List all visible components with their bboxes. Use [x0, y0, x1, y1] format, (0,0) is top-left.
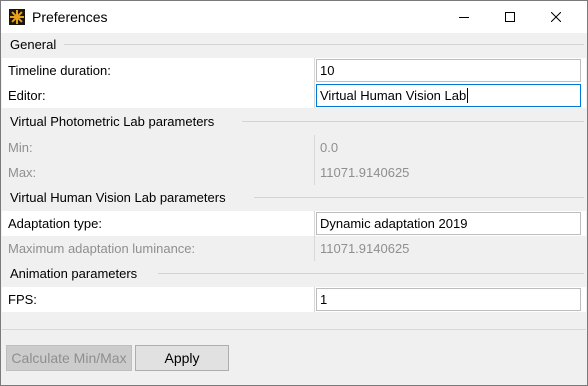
timeline-duration-label: Timeline duration: — [8, 63, 111, 78]
max-adaptation-luminance-label: Maximum adaptation luminance: — [8, 241, 196, 256]
max-value: 11071.9140625 — [320, 165, 410, 180]
section-animation: Animation parameters — [2, 263, 586, 284]
max-label: Max: — [8, 165, 37, 180]
max-adaptation-luminance-row: Maximum adaptation luminance: 11071.9140… — [2, 236, 586, 261]
title-bar[interactable]: Preferences — [1, 1, 587, 33]
window-title: Preferences — [32, 9, 108, 25]
editor-input[interactable]: Virtual Human Vision Lab — [316, 84, 581, 107]
apply-button[interactable]: Apply — [135, 345, 229, 371]
close-icon — [551, 12, 561, 22]
adaptation-type-select[interactable]: Dynamic adaptation 2019 — [316, 212, 581, 235]
min-label: Min: — [8, 140, 33, 155]
fps-label: FPS: — [8, 292, 37, 307]
section-general: General — [2, 34, 586, 55]
minimize-icon — [459, 17, 469, 18]
section-general-title: General — [10, 37, 57, 52]
divider — [2, 329, 586, 330]
preferences-window: Preferences General Timeline duration: 1… — [0, 0, 588, 386]
maximize-button[interactable] — [487, 1, 533, 33]
timeline-duration-input[interactable]: 10 — [316, 59, 581, 82]
section-photometric-title: Virtual Photometric Lab parameters — [10, 114, 215, 129]
max-row: Max: 11071.9140625 — [2, 160, 586, 185]
section-photometric: Virtual Photometric Lab parameters — [2, 111, 586, 132]
close-button[interactable] — [533, 1, 579, 33]
button-bar: Calculate Min/Max Apply — [2, 331, 586, 384]
editor-label: Editor: — [8, 88, 46, 103]
timeline-duration-row: Timeline duration: 10 — [2, 58, 586, 83]
maximize-icon — [505, 12, 515, 22]
app-sunburst-icon — [9, 9, 25, 25]
section-animation-title: Animation parameters — [10, 266, 138, 281]
fps-row: FPS: 1 — [2, 287, 586, 312]
section-vision: Virtual Human Vision Lab parameters — [2, 187, 586, 208]
max-adaptation-luminance-value: 11071.9140625 — [320, 241, 410, 256]
fps-input[interactable]: 1 — [316, 288, 581, 311]
calculate-min-max-button[interactable]: Calculate Min/Max — [6, 345, 132, 371]
min-value: 0.0 — [320, 140, 339, 155]
adaptation-type-row: Adaptation type: Dynamic adaptation 2019 — [2, 211, 586, 236]
min-row: Min: 0.0 — [2, 135, 586, 160]
section-vision-title: Virtual Human Vision Lab parameters — [10, 190, 226, 205]
adaptation-type-label: Adaptation type: — [8, 216, 102, 231]
text-caret — [467, 88, 469, 103]
editor-input-text: Virtual Human Vision Lab — [320, 88, 467, 103]
editor-row: Editor: Virtual Human Vision Lab — [2, 83, 586, 108]
minimize-button[interactable] — [441, 1, 487, 33]
